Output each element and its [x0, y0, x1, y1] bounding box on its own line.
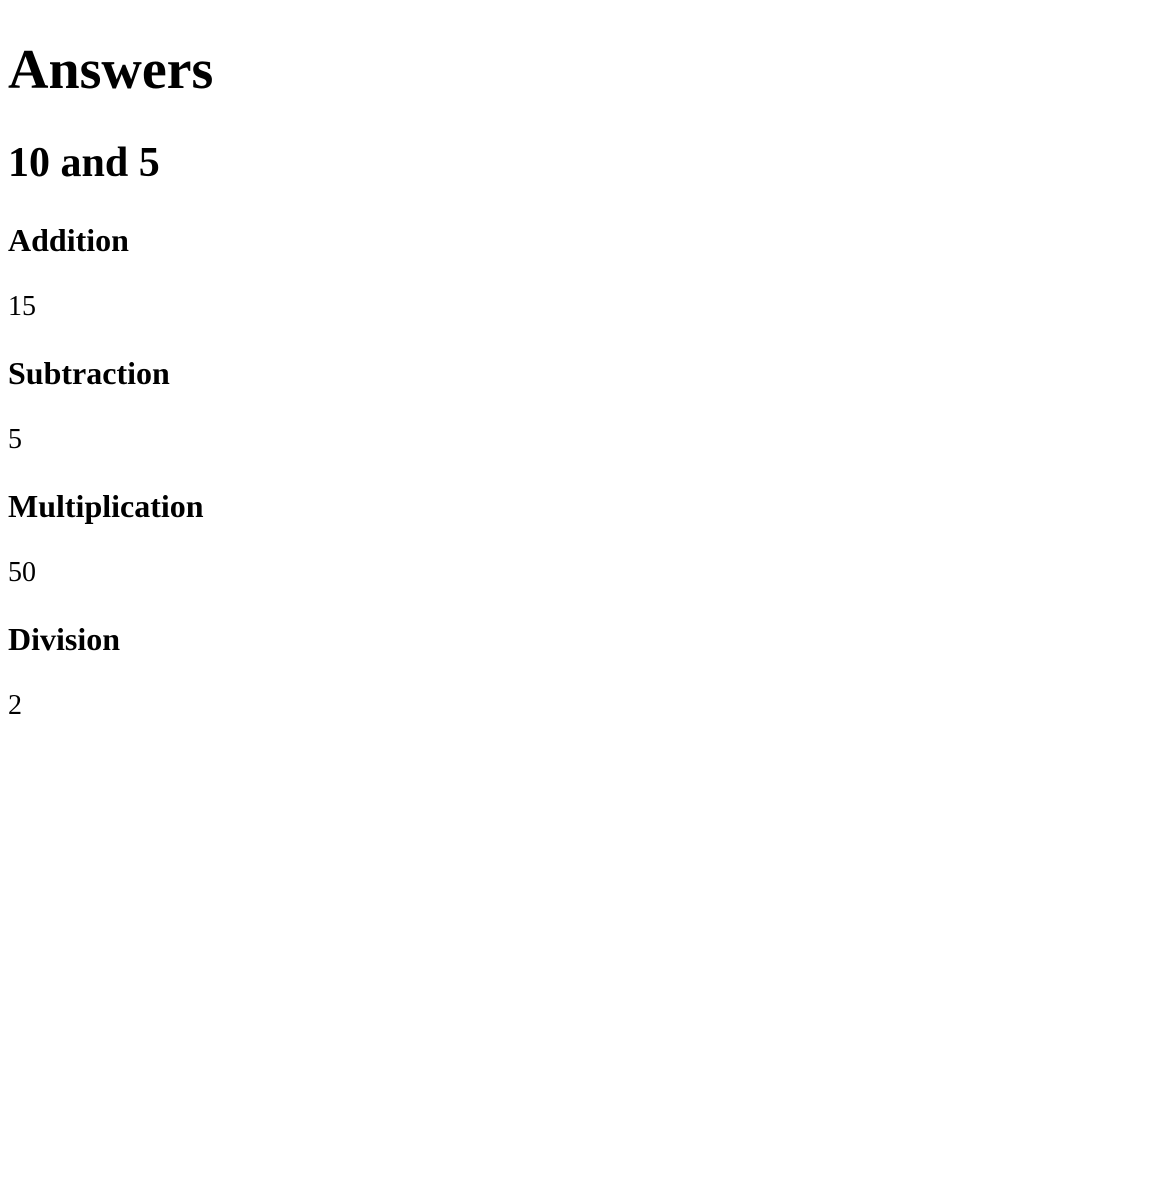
division-heading: Division — [8, 621, 1156, 658]
addition-value: 15 — [8, 291, 1156, 323]
page-title: Answers — [8, 38, 1156, 102]
addition-heading: Addition — [8, 222, 1156, 259]
division-value: 2 — [8, 690, 1156, 722]
operands-heading: 10 and 5 — [8, 139, 1156, 187]
subtraction-value: 5 — [8, 424, 1156, 456]
multiplication-heading: Multiplication — [8, 488, 1156, 525]
multiplication-value: 50 — [8, 557, 1156, 589]
subtraction-heading: Subtraction — [8, 355, 1156, 392]
